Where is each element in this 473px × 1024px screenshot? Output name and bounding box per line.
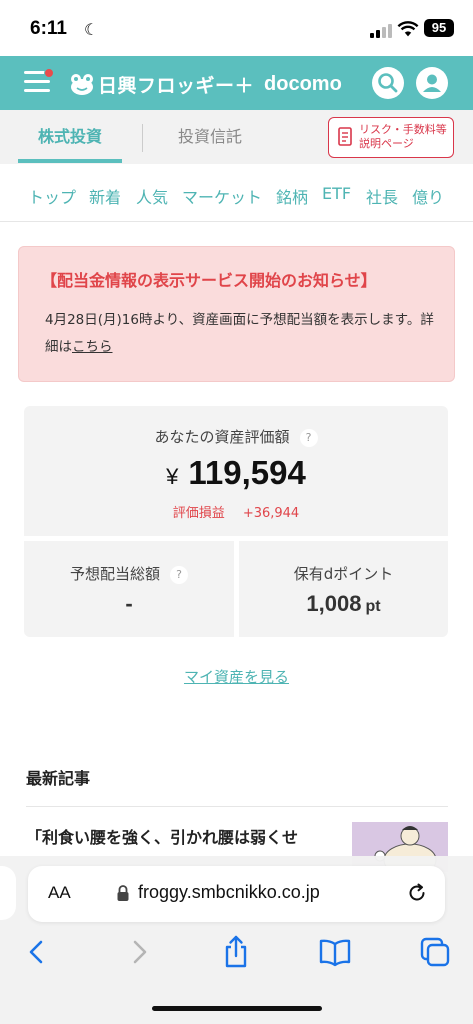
dividend-label: 予想配当総額? [24,563,234,584]
app-logo[interactable]: 日興フロッギー＋ docomo [70,70,342,98]
logo-text: 日興フロッギー＋ [98,74,255,97]
notice-banner: 【配当金情報の表示サービス開始のお知らせ】 4月28日(月)16時より、資産画面… [18,246,455,382]
active-tab-indicator [18,159,122,163]
article-title[interactable]: 「利食い腰を強く、引かれ腰は弱くせ [26,825,336,851]
battery-indicator: 95 [424,19,454,37]
latest-articles-heading: 最新記事 [26,769,91,788]
search-icon [378,73,398,93]
tabs-icon[interactable] [417,934,453,970]
subnav-top[interactable]: トップ [28,184,76,208]
status-time: 6:11 [30,18,67,39]
expected-dividend-card[interactable]: 予想配当総額? - [24,541,234,637]
subnav-market[interactable]: マーケット [182,184,262,208]
user-icon [423,74,441,92]
my-assets-link[interactable]: マイ資産を見る [0,666,473,687]
subnav-president[interactable]: 社長 [366,184,398,208]
tab-divider [142,124,143,152]
previous-tab-preview[interactable] [0,866,16,920]
cellular-signal-icon [370,24,392,38]
reader-settings-button[interactable]: AA [48,883,71,903]
subnav-etf[interactable]: ETF [322,184,351,203]
help-icon[interactable]: ? [170,565,188,584]
notification-dot [44,68,54,78]
url-text: froggy.smbcnikko.co.jp [138,882,320,902]
subnav-billionaire[interactable]: 億り [412,184,444,208]
document-icon [338,127,352,146]
notice-detail-link[interactable]: こちら [72,339,113,355]
asset-label: あなたの資産評価額? [24,426,448,447]
yen-symbol: ¥ [166,464,179,489]
subnav-popular[interactable]: 人気 [136,184,168,208]
help-icon[interactable]: ? [299,428,318,447]
status-bar: 6:11 ☾ 95 [0,0,473,56]
tab-investment-trust[interactable]: 投資信託 [160,110,260,164]
divider [26,806,448,807]
profit-loss: 評価損益 +36,944 [172,506,300,521]
asset-value: ¥119,594 [166,454,306,491]
dividend-value: - [125,591,133,616]
app-header: 日興フロッギー＋ docomo [0,56,473,110]
points-label: 保有dポイント [293,565,394,583]
reload-icon[interactable] [406,882,428,904]
forward-icon[interactable] [121,934,157,970]
moon-icon: ☾ [84,20,99,39]
tab-stock-investment[interactable]: 株式投資 [18,110,122,164]
account-button[interactable] [416,67,448,99]
wifi-icon [397,21,419,37]
frog-logo-icon [71,74,93,95]
share-icon[interactable] [218,934,254,970]
notice-body: 4月28日(月)16時より、資産画面に予想配当額を表示します。詳細はこちら [45,312,434,355]
docomo-logo: docomo [264,72,342,95]
points-value: 1,008 pt [306,591,381,616]
search-button[interactable] [372,67,404,99]
subnav-stocks[interactable]: 銘柄 [276,184,308,208]
bookmarks-icon[interactable] [317,934,353,970]
notice-title: 【配当金情報の表示サービス開始のお知らせ】 [41,271,377,290]
address-bar[interactable]: AA froggy.smbcnikko.co.jp [28,866,445,922]
d-points-card[interactable]: 保有dポイント 1,008 pt [239,541,448,637]
subnav-new[interactable]: 新着 [89,184,121,208]
risk-fees-button[interactable]: リスク・手数料等 説明ページ [328,117,454,158]
risk-fees-label: リスク・手数料等 説明ページ [359,123,447,150]
sub-navigation: トップ 新着 人気 マーケット 銘柄 ETF 社長 億り [0,164,473,222]
lock-icon [117,885,129,901]
asset-summary-card[interactable]: あなたの資産評価額? ¥119,594 評価損益 +36,944 [24,406,448,536]
home-indicator [152,1006,322,1011]
back-icon[interactable] [19,934,55,970]
